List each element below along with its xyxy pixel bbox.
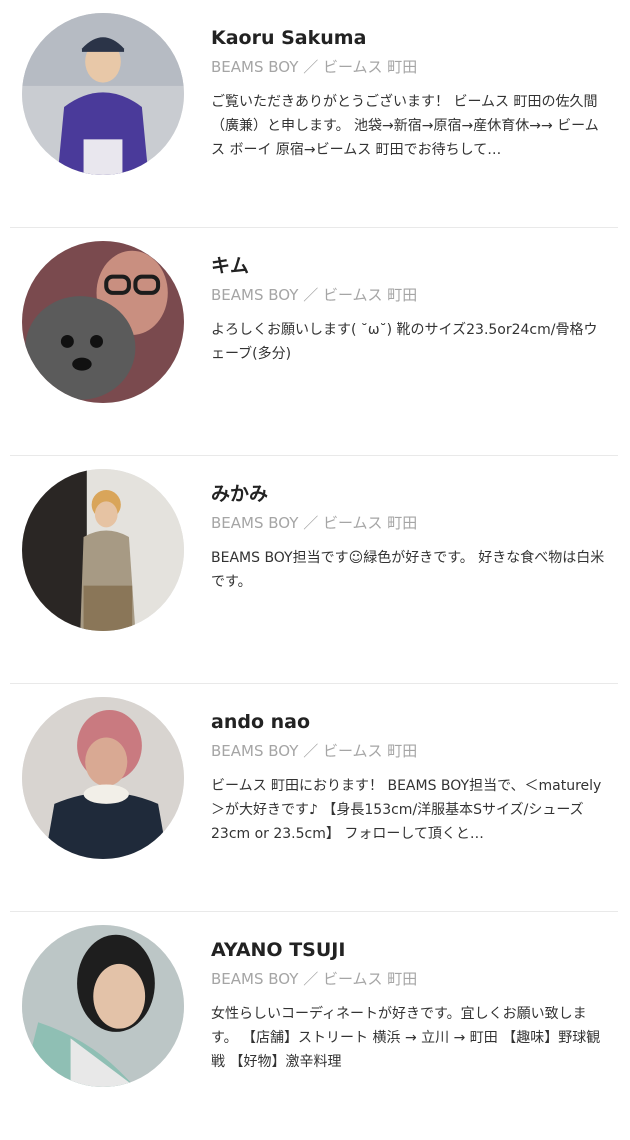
staff-bio: 女性らしいコーディネートが好きです。宜しくお願い致します。 【店舗】ストリート … (211, 1006, 601, 1070)
staff-photo-icon (22, 469, 184, 631)
staff-shop: BEAMS BOY ／ ビームス 町田 (211, 58, 418, 76)
staff-photo-icon (22, 925, 184, 1087)
staff-name[interactable]: AYANO TSUJI (211, 936, 610, 964)
staff-photo-icon (22, 13, 184, 175)
staff-avatar[interactable] (22, 241, 184, 403)
staff-shop: BEAMS BOY ／ ビームス 町田 (211, 742, 418, 760)
staff-name[interactable]: みかみ (211, 480, 610, 508)
staff-list: Kaoru Sakuma BEAMS BOY ／ ビームス 町田 ご覧いただきあ… (0, 0, 630, 1140)
staff-avatar[interactable] (22, 925, 184, 1087)
staff-card[interactable]: Kaoru Sakuma BEAMS BOY ／ ビームス 町田 ご覧いただきあ… (10, 0, 618, 228)
staff-bio: ご覧いただきありがとうございます！ ビームス 町田の佐久間（廣兼）と申します。 … (211, 94, 599, 158)
staff-info: ando nao BEAMS BOY ／ ビームス 町田 ビームス 町田におりま… (211, 708, 610, 846)
staff-name[interactable]: ando nao (211, 708, 610, 736)
staff-shop: BEAMS BOY ／ ビームス 町田 (211, 514, 418, 532)
staff-info: AYANO TSUJI BEAMS BOY ／ ビームス 町田 女性らしいコーデ… (211, 936, 610, 1074)
staff-name[interactable]: キム (211, 252, 610, 280)
staff-avatar[interactable] (22, 13, 184, 175)
staff-avatar[interactable] (22, 697, 184, 859)
staff-avatar[interactable] (22, 469, 184, 631)
staff-info: キム BEAMS BOY ／ ビームス 町田 よろしくお願いします( ˘ω˘) … (211, 252, 610, 366)
staff-bio: よろしくお願いします( ˘ω˘) 靴のサイズ23.5or24cm/骨格ウェーブ(… (211, 322, 598, 362)
staff-photo-icon (22, 241, 184, 403)
staff-card[interactable]: キム BEAMS BOY ／ ビームス 町田 よろしくお願いします( ˘ω˘) … (10, 228, 618, 456)
staff-shop: BEAMS BOY ／ ビームス 町田 (211, 970, 418, 988)
staff-photo-icon (22, 697, 184, 859)
staff-bio: BEAMS BOY担当です☺︎緑色が好きです。 好きな食べ物は白米です。 (211, 550, 605, 590)
staff-card[interactable]: ando nao BEAMS BOY ／ ビームス 町田 ビームス 町田におりま… (10, 684, 618, 912)
staff-info: みかみ BEAMS BOY ／ ビームス 町田 BEAMS BOY担当です☺︎緑… (211, 480, 610, 594)
staff-card[interactable]: みかみ BEAMS BOY ／ ビームス 町田 BEAMS BOY担当です☺︎緑… (10, 456, 618, 684)
staff-info: Kaoru Sakuma BEAMS BOY ／ ビームス 町田 ご覧いただきあ… (211, 24, 610, 162)
staff-card[interactable]: AYANO TSUJI BEAMS BOY ／ ビームス 町田 女性らしいコーデ… (10, 912, 618, 1140)
staff-name[interactable]: Kaoru Sakuma (211, 24, 610, 52)
staff-bio: ビームス 町田におります！ BEAMS BOY担当で、＜maturely＞が大好… (211, 778, 602, 842)
staff-shop: BEAMS BOY ／ ビームス 町田 (211, 286, 418, 304)
